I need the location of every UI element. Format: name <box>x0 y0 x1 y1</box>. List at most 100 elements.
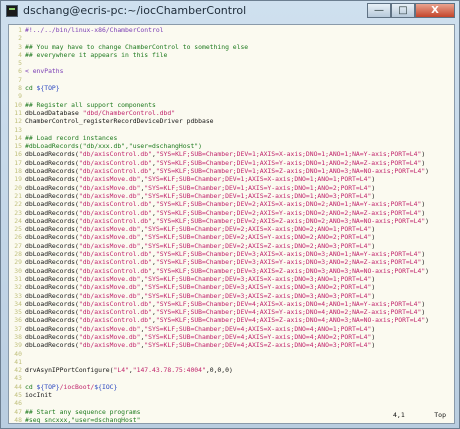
title-bar[interactable]: dschang@ecris-pc:~/iocChamberControl — □… <box>1 1 459 23</box>
line-text: dbLoadRecords("db/axisControl.db","SYS=K… <box>25 316 430 325</box>
line-text: dbLoadRecords("db/axisControl.db","SYS=K… <box>25 216 430 225</box>
line-text: dbLoadRecords("db/axisControl.db","SYS=K… <box>25 158 426 167</box>
editor-line: 10 ## Register all support components <box>9 101 454 109</box>
line-number: 5 <box>18 59 22 68</box>
line-text: dbLoadRecords("db/axisMove.db","SYS=KLF;… <box>25 332 376 341</box>
line-text: dbLoadRecords("db/axisMove.db","SYS=KLF;… <box>25 183 376 192</box>
line-text: drvAsynIPPortConfigure("L4","147.43.78.7… <box>25 366 233 375</box>
editor-line: 18 dbLoadRecords("db/axisControl.db","SYS… <box>9 167 454 175</box>
line-text: dbLoadRecords("db/axisMove.db","SYS=KLF;… <box>25 274 376 283</box>
minimize-button[interactable]: — <box>367 3 391 18</box>
line-number: 4 <box>18 50 22 59</box>
line-text: dbLoadRecords("db/axisControl.db","SYS=K… <box>25 200 426 209</box>
editor-line: 42 drvAsynIPPortConfigure("L4","147.43.78… <box>9 366 454 374</box>
line-number: 28 <box>14 250 22 259</box>
editor-line: 12 ChamberControl_registerRecordDeviceDri… <box>9 117 454 125</box>
line-text: dbLoadRecords("db/axisMove.db","SYS=KLF;… <box>25 233 376 242</box>
editor-line: 1 #!../../bin/linux-x86/ChamberControl <box>9 26 454 34</box>
line-number: 29 <box>14 258 22 267</box>
line-text: dbLoadRecords("db/axisControl.db","SYS=K… <box>25 150 426 159</box>
line-number: 24 <box>14 216 22 225</box>
editor-pane[interactable]: 1 #!../../bin/linux-x86/ChamberControl 2 3 #… <box>8 24 455 424</box>
line-number: 3 <box>18 42 22 51</box>
line-number: 11 <box>14 108 22 117</box>
line-number: 2 <box>18 34 22 43</box>
editor-line: 22 dbLoadRecords("db/axisControl.db","SYS… <box>9 200 454 208</box>
line-number: 17 <box>14 158 22 167</box>
line-text: dbLoadRecords("db/axisMove.db","SYS=KLF;… <box>25 225 376 234</box>
line-number: 8 <box>18 84 22 93</box>
close-button[interactable]: X <box>415 3 455 18</box>
window-title: dschang@ecris-pc:~/iocChamberControl <box>23 4 247 17</box>
editor-line: 5 <box>9 59 454 67</box>
editor-line: 15 #dbLoadRecords("db/xxx.db","user=dscha… <box>9 142 454 150</box>
cursor-position: 4,1 <box>393 411 405 419</box>
line-number: 6 <box>18 67 22 76</box>
editor-line: 8 cd ${TOP} <box>9 84 454 92</box>
editor-line: 3 ## You may have to change ChamberContro… <box>9 43 454 51</box>
editor-lines: 1 #!../../bin/linux-x86/ChamberControl 2 3 #… <box>9 26 454 423</box>
line-number: 34 <box>14 299 22 308</box>
line-number: 9 <box>18 92 22 101</box>
editor-line: 16 dbLoadRecords("db/axisControl.db","SYS… <box>9 150 454 158</box>
line-number: 15 <box>14 142 22 151</box>
editor-line: 20 dbLoadRecords("db/axisMove.db","SYS=KL… <box>9 184 454 192</box>
line-number: 20 <box>14 183 22 192</box>
editor-line: 31 dbLoadRecords("db/axisMove.db","SYS=KL… <box>9 275 454 283</box>
editor-line: 14 ## Load record instances <box>9 134 454 142</box>
line-text: ## Load record instances <box>25 133 118 142</box>
editor-line: 34 dbLoadRecords("db/axisControl.db","SYS… <box>9 300 454 308</box>
editor-line: 6 < envPaths <box>9 67 454 75</box>
line-text: cd ${TOP}/iocBoot/${IOC} <box>25 382 118 391</box>
line-text: dbLoadRecords("db/axisMove.db","SYS=KLF;… <box>25 191 376 200</box>
editor-line: 19 dbLoadRecords("db/axisMove.db","SYS=KL… <box>9 175 454 183</box>
line-text: dbLoadRecords("db/axisControl.db","SYS=K… <box>25 299 426 308</box>
editor-line: 17 dbLoadRecords("db/axisControl.db","SYS… <box>9 159 454 167</box>
line-text: #dbLoadRecords("db/xxx.db","user=dschang… <box>25 142 202 151</box>
editor-line: 24 dbLoadRecords("db/axisControl.db","SYS… <box>9 217 454 225</box>
line-number: 18 <box>14 167 22 176</box>
line-number: 46 <box>14 399 22 408</box>
line-number: 41 <box>14 357 22 366</box>
editor-line: 23 dbLoadRecords("db/axisControl.db","SYS… <box>9 209 454 217</box>
editor-line: 44 cd ${TOP}/iocBoot/${IOC} <box>9 383 454 391</box>
editor-line: 21 dbLoadRecords("db/axisMove.db","SYS=KL… <box>9 192 454 200</box>
line-number: 14 <box>14 133 22 142</box>
line-text: dbLoadRecords("db/axisMove.db","SYS=KLF;… <box>25 324 376 333</box>
line-number: 44 <box>14 382 22 391</box>
editor-line: 40 <box>9 350 454 358</box>
line-number: 31 <box>14 274 22 283</box>
line-text: cd ${TOP} <box>25 84 60 93</box>
line-number: 27 <box>14 241 22 250</box>
maximize-button[interactable]: □ <box>391 3 415 18</box>
editor-line: 11 dbLoadDatabase "dbd/ChamberControl.dbd… <box>9 109 454 117</box>
line-number: 37 <box>14 324 22 333</box>
line-number: 10 <box>14 100 22 109</box>
editor-line: 45 iocInit <box>9 391 454 399</box>
line-number: 22 <box>14 200 22 209</box>
editor-line: 25 dbLoadRecords("db/axisMove.db","SYS=KL… <box>9 225 454 233</box>
line-text: dbLoadRecords("db/axisControl.db","SYS=K… <box>25 258 426 267</box>
line-text: < envPaths <box>25 67 64 76</box>
editor-line: 46 <box>9 399 454 407</box>
line-number: 40 <box>14 349 22 358</box>
line-number: 13 <box>14 125 22 134</box>
line-number: 12 <box>14 117 22 126</box>
line-text: dbLoadRecords("db/axisMove.db","SYS=KLF;… <box>25 175 376 184</box>
editor-line: 30 dbLoadRecords("db/axisControl.db","SYS… <box>9 267 454 275</box>
scroll-indicator: Top <box>434 411 446 419</box>
line-text: dbLoadRecords("db/axisMove.db","SYS=KLF;… <box>25 241 376 250</box>
line-number: 21 <box>14 191 22 200</box>
line-number: 19 <box>14 175 22 184</box>
line-number: 16 <box>14 150 22 159</box>
line-number: 30 <box>14 266 22 275</box>
line-number: 33 <box>14 291 22 300</box>
line-number: 26 <box>14 233 22 242</box>
editor-line: 29 dbLoadRecords("db/axisControl.db","SYS… <box>9 258 454 266</box>
line-text: dbLoadDatabase "dbd/ChamberControl.dbd" <box>25 108 176 117</box>
editor-line: 26 dbLoadRecords("db/axisMove.db","SYS=KL… <box>9 233 454 241</box>
editor-line: 2 <box>9 34 454 42</box>
editor-line: 39 dbLoadRecords("db/axisMove.db","SYS=KL… <box>9 341 454 349</box>
editor-line: 27 dbLoadRecords("db/axisMove.db","SYS=KL… <box>9 242 454 250</box>
editor-line: 38 dbLoadRecords("db/axisMove.db","SYS=KL… <box>9 333 454 341</box>
